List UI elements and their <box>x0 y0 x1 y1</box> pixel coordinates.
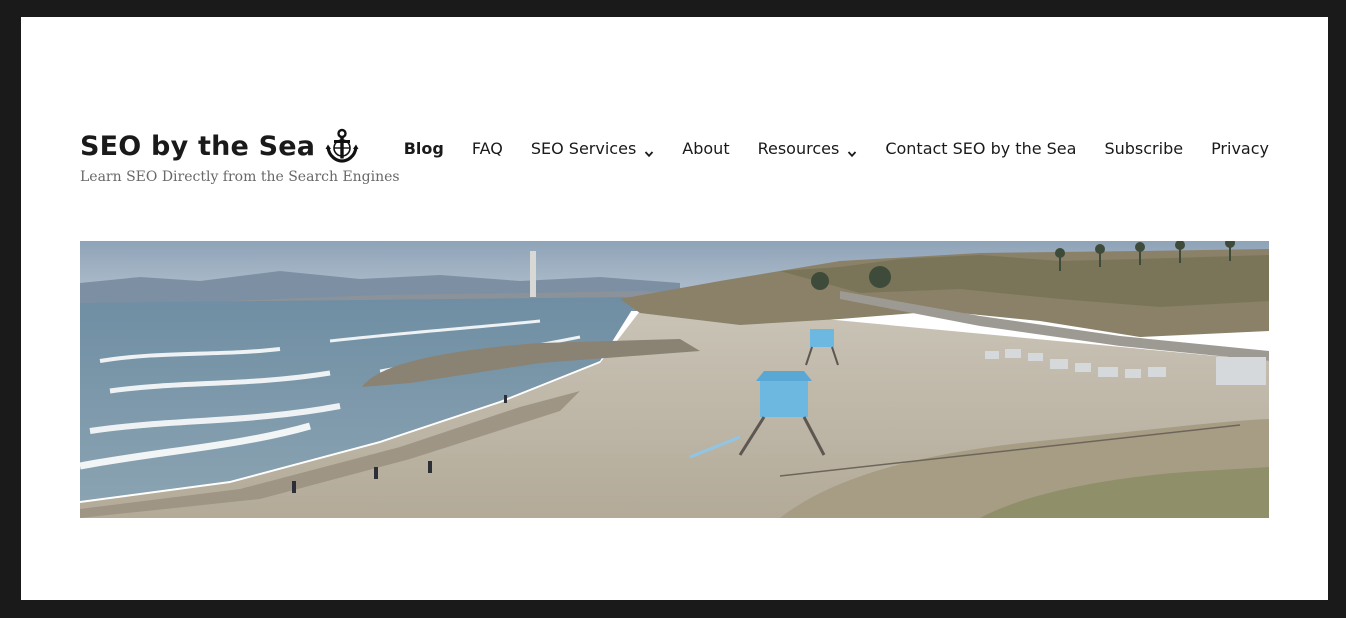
page: SEO by the Sea Learn SEO Directly from t… <box>21 17 1328 600</box>
nav-item-label: Blog <box>403 139 444 158</box>
site-tagline: Learn SEO Directly from the Search Engin… <box>80 169 400 185</box>
nav-item-privacy[interactable]: Privacy <box>1211 139 1269 158</box>
site-title: SEO by the Sea <box>80 127 400 165</box>
nav-item-resources[interactable]: Resources <box>758 139 858 158</box>
site-header: SEO by the Sea Learn SEO Directly from t… <box>80 127 1269 207</box>
site-title-link[interactable]: SEO by the Sea <box>80 131 315 162</box>
nav-item-faq[interactable]: FAQ <box>472 139 503 158</box>
nav-item-seo-services[interactable]: SEO Services <box>531 139 654 158</box>
nav-item-contact[interactable]: Contact SEO by the Sea <box>885 139 1076 158</box>
site-branding: SEO by the Sea Learn SEO Directly from t… <box>80 127 400 185</box>
nav-item-label: Contact SEO by the Sea <box>885 139 1077 158</box>
nav-item-label: Resources <box>757 139 840 158</box>
nav-item-label: Privacy <box>1211 139 1269 158</box>
nav-item-blog[interactable]: Blog <box>404 139 444 158</box>
anchor-icon <box>325 128 359 164</box>
main-navigation: Blog FAQ SEO Services About Resources Co… <box>404 139 1269 158</box>
nav-item-label: Subscribe <box>1104 139 1184 158</box>
nav-item-label: SEO Services <box>530 139 637 158</box>
nav-item-label: About <box>682 139 730 158</box>
beach-panorama-image <box>80 241 1269 518</box>
nav-item-label: FAQ <box>471 139 503 158</box>
nav-item-subscribe[interactable]: Subscribe <box>1104 139 1183 158</box>
nav-item-about[interactable]: About <box>682 139 729 158</box>
header-image[interactable] <box>80 241 1269 518</box>
chevron-down-icon[interactable] <box>644 144 654 157</box>
chevron-down-icon[interactable] <box>847 144 857 157</box>
